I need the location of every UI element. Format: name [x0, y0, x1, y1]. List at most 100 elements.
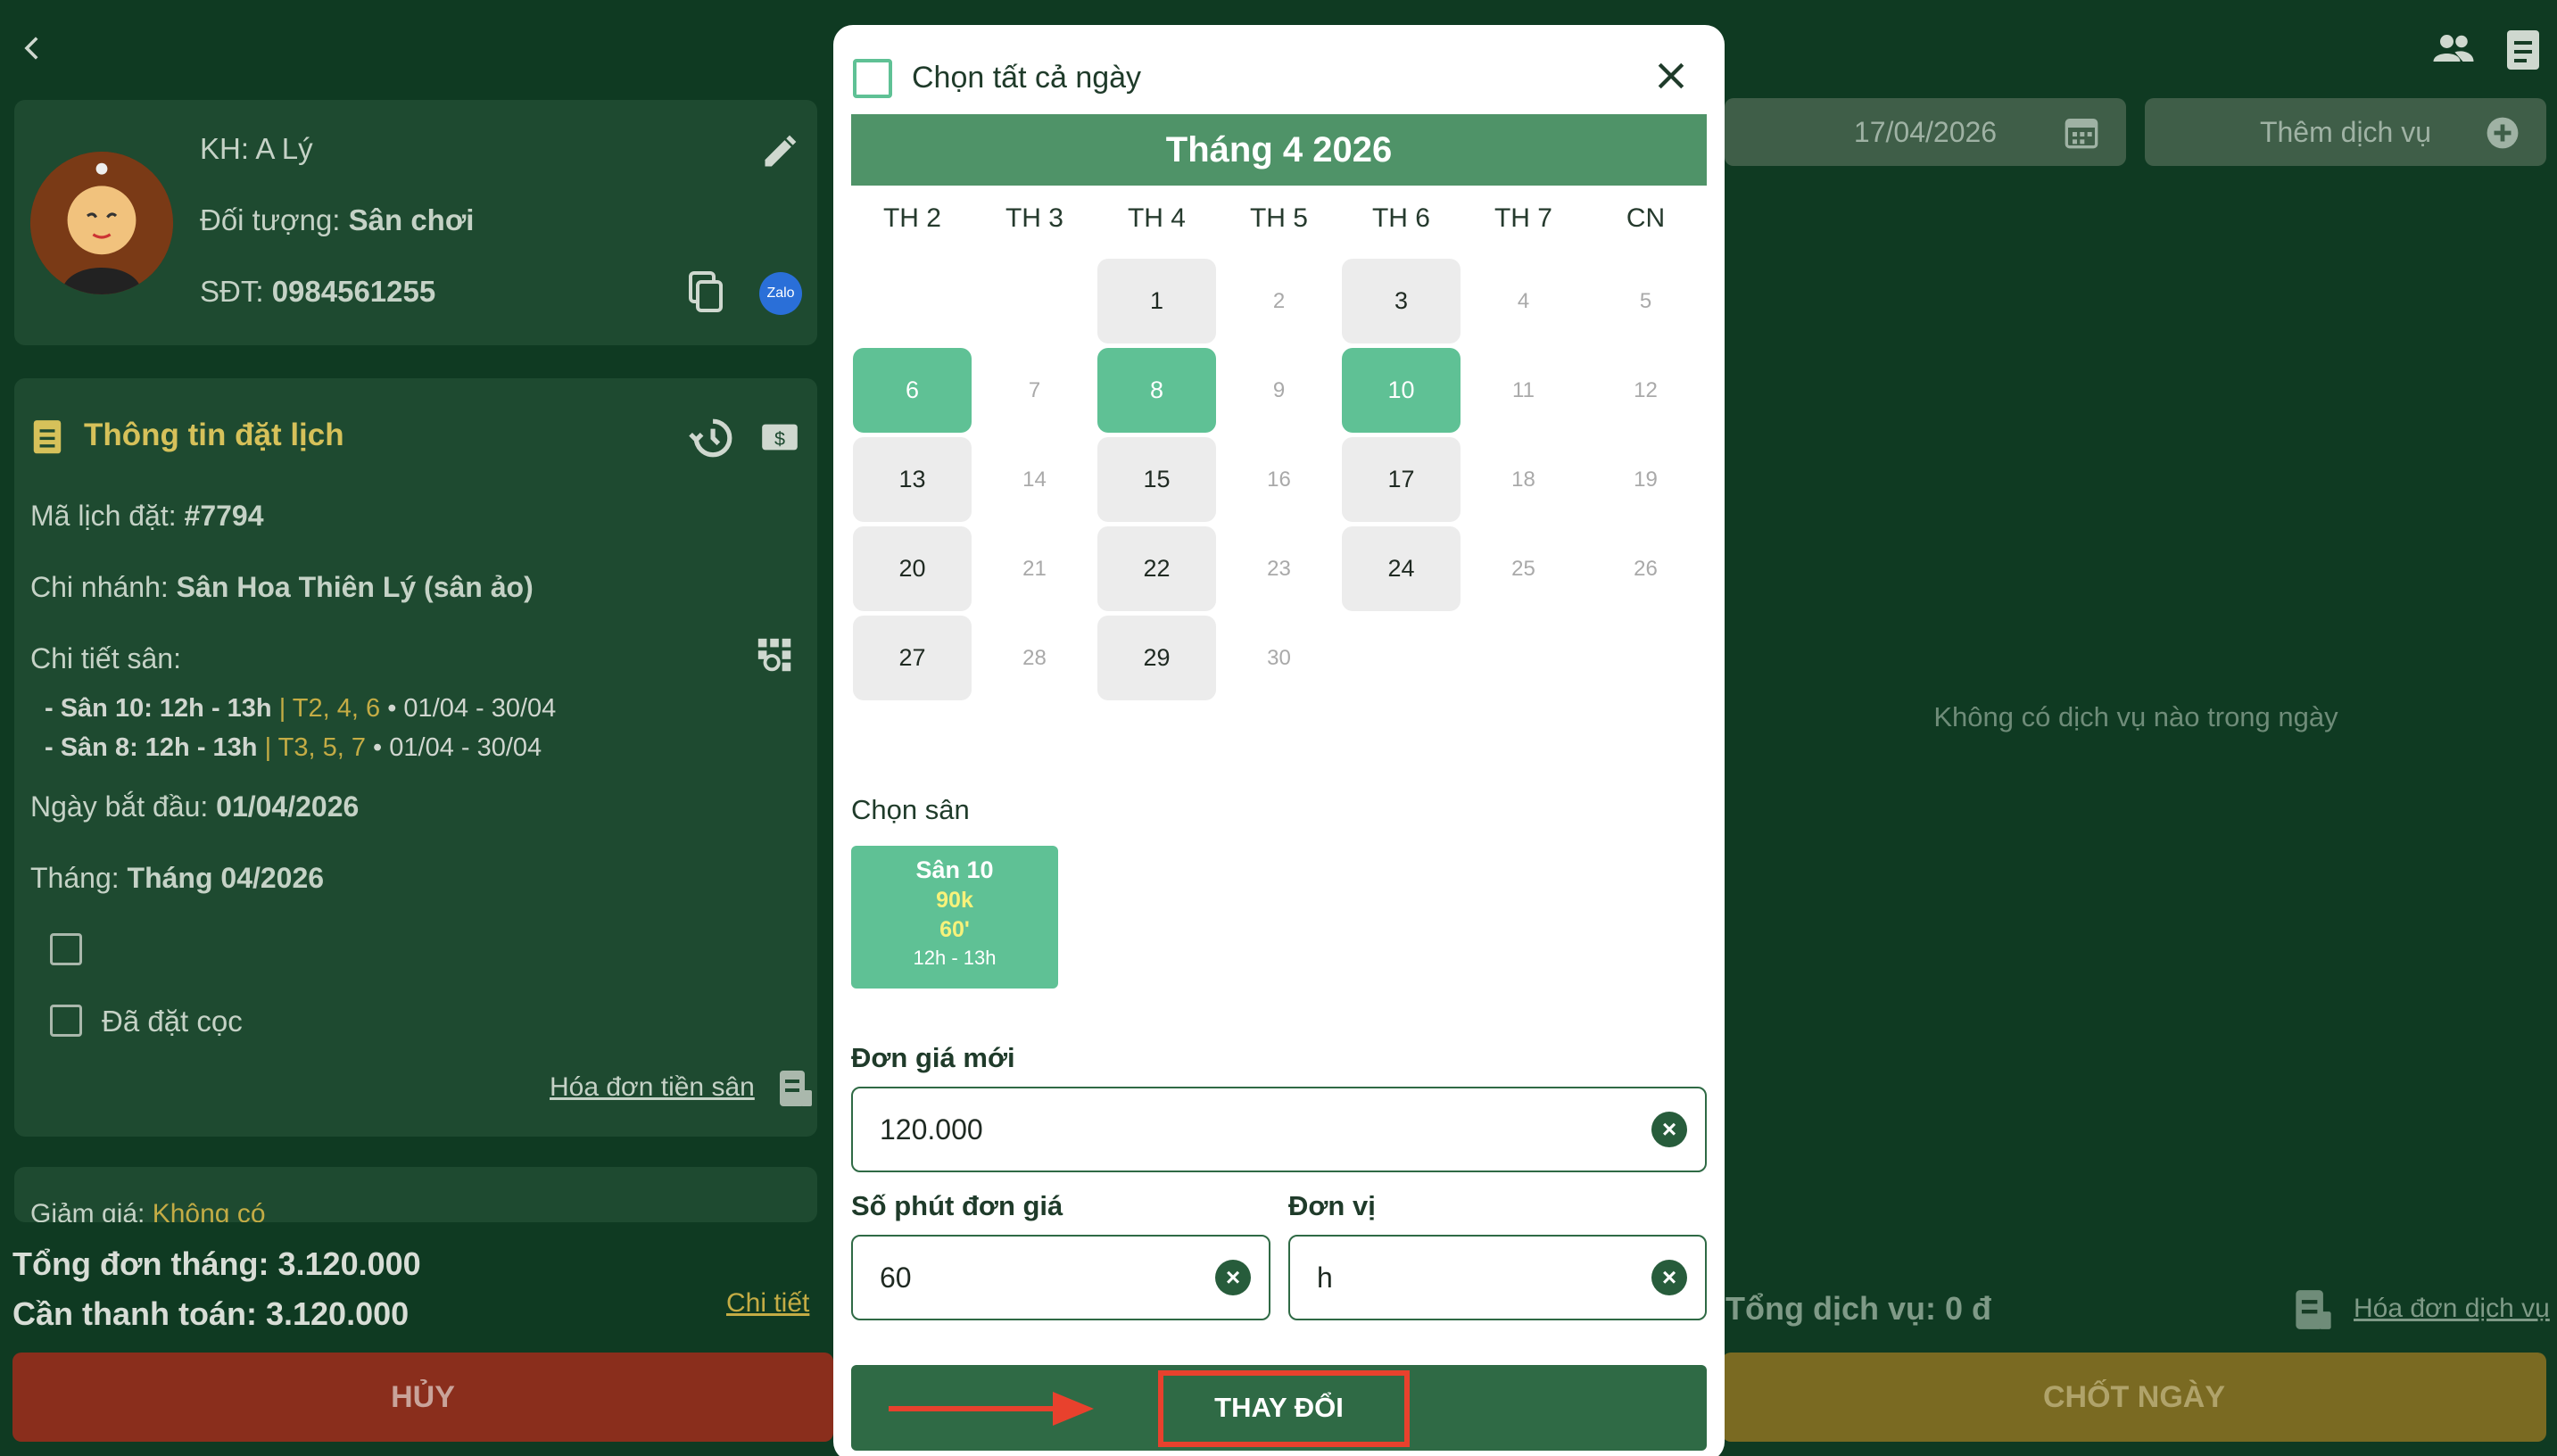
users-icon[interactable]	[2432, 30, 2475, 66]
calendar-day: 11	[1512, 377, 1535, 402]
calendar-day[interactable]: 29	[1097, 616, 1216, 700]
annotation-highlight-box	[1158, 1370, 1410, 1447]
calendar-day[interactable]: 17	[1342, 437, 1461, 522]
select-all-label: Chọn tất cả ngày	[912, 61, 1142, 95]
calendar-day: 26	[1634, 556, 1658, 581]
court-invoice-link[interactable]: Hóa đơn tiền sân	[550, 1072, 755, 1103]
court-price: 90k	[936, 888, 973, 913]
calendar-day[interactable]: 13	[853, 437, 972, 522]
month-total: Tổng đơn tháng: 3.120.000	[12, 1245, 421, 1282]
service-total: Tổng dịch vụ: 0 đ	[1725, 1290, 1991, 1327]
select-all-checkbox[interactable]	[853, 59, 892, 98]
calendar-day: 5	[1639, 288, 1652, 313]
booking-title: Thông tin đặt lịch	[84, 418, 344, 452]
add-service-button[interactable]: Thêm dịch vụ	[2145, 98, 2546, 166]
start-date: Ngày bắt đầu: 01/04/2026	[30, 790, 360, 823]
zalo-icon[interactable]: Zalo	[759, 272, 802, 315]
court-section-label: Chọn sân	[851, 794, 970, 825]
booking-branch: Chi nhánh: Sân Hoa Thiên Lý (sân ảo)	[30, 571, 534, 603]
calendar-day-selected[interactable]: 6	[853, 348, 972, 433]
calendar-day: 7	[1028, 377, 1041, 402]
money-icon[interactable]: $	[760, 421, 799, 453]
calendar-day: 18	[1511, 467, 1535, 492]
booking-code: Mã lịch đặt: #7794	[30, 500, 264, 532]
calendar-day: 28	[1022, 645, 1047, 670]
court-detail-1: - Sân 10: 12h - 13h | T2, 4, 6 • 01/04 -…	[45, 694, 557, 723]
service-invoice-icon[interactable]	[2293, 1288, 2334, 1331]
clipboard-list-icon	[32, 416, 62, 455]
copy-icon[interactable]	[689, 271, 724, 314]
close-icon[interactable]	[1656, 61, 1686, 91]
calendar-day: 25	[1511, 556, 1535, 581]
calendar-day: 19	[1634, 467, 1658, 492]
weekday-label: TH 7	[1494, 203, 1552, 233]
booking-month: Tháng: Tháng 04/2026	[30, 862, 325, 894]
new-price-input[interactable]: 120.000 ×	[851, 1087, 1707, 1172]
customer-target: Đối tượng: Sân chơi	[200, 203, 475, 236]
calendar-day[interactable]: 15	[1097, 437, 1216, 522]
pencil-icon[interactable]	[760, 132, 799, 171]
new-price-label: Đơn giá mới	[851, 1042, 1015, 1073]
unit-input[interactable]: h ×	[1288, 1235, 1707, 1320]
court-card-san-10[interactable]: Sân 10 90k 60' 12h - 13h	[851, 846, 1058, 989]
chevron-left-icon[interactable]	[18, 30, 48, 66]
calendar-day-selected[interactable]: 8	[1097, 348, 1216, 433]
service-invoice-link[interactable]: Hóa đơn dịch vụ	[2354, 1294, 2550, 1324]
weekday-label: TH 5	[1249, 203, 1308, 233]
empty-services-text: Không có dịch vụ nào trong ngày	[1933, 701, 2338, 732]
court-name: Sân 10	[915, 856, 994, 883]
month-header: Tháng 4 2026	[851, 114, 1707, 186]
customer-name: KH: A Lý	[200, 132, 313, 165]
calendar-day[interactable]: 20	[853, 526, 972, 611]
calendar-day: 14	[1022, 467, 1047, 492]
weekday-label: TH 4	[1127, 203, 1186, 233]
clear-icon[interactable]: ×	[1651, 1260, 1687, 1295]
avatar	[30, 152, 173, 294]
history-icon[interactable]	[689, 416, 733, 460]
calendar-day[interactable]: 3	[1342, 259, 1461, 343]
grid-search-icon[interactable]	[755, 635, 796, 676]
calendar-day[interactable]: 27	[853, 616, 972, 700]
checkbox-empty[interactable]	[50, 933, 82, 965]
weekday-label: TH 6	[1371, 203, 1430, 233]
clear-icon[interactable]: ×	[1651, 1112, 1687, 1147]
calendar-day: 16	[1267, 467, 1291, 492]
svg-text:$: $	[774, 427, 785, 450]
calendar-icon	[2064, 114, 2099, 150]
calendar-day: 2	[1272, 288, 1286, 313]
minutes-label: Số phút đơn giá	[851, 1190, 1063, 1221]
plus-circle-icon	[2486, 116, 2520, 150]
invoice-icon[interactable]	[778, 1069, 814, 1108]
detail-link[interactable]: Chi tiết	[726, 1288, 809, 1319]
calendar-day: 12	[1634, 377, 1658, 402]
calendar-day-selected[interactable]: 10	[1342, 348, 1461, 433]
minutes-input[interactable]: 60 ×	[851, 1235, 1270, 1320]
calendar-day[interactable]: 22	[1097, 526, 1216, 611]
calendar-day[interactable]: 24	[1342, 526, 1461, 611]
clipboard-icon[interactable]	[2503, 25, 2546, 71]
calendar-day: 21	[1022, 556, 1047, 581]
deposit-checkbox[interactable]	[50, 1005, 82, 1037]
annotation-arrow	[889, 1386, 1096, 1431]
calendar-day: 30	[1267, 645, 1291, 670]
calendar-day: 9	[1272, 377, 1286, 402]
calendar-day: 4	[1517, 288, 1530, 313]
weekday-label: TH 2	[882, 203, 941, 233]
discount-card: Giảm giá: Không có	[14, 1167, 817, 1222]
calendar-day: 23	[1267, 556, 1291, 581]
weekday-label: TH 3	[1005, 203, 1063, 233]
date-selection-modal: Chọn tất cả ngày Tháng 4 2026 TH 2 TH 3 …	[833, 25, 1725, 1456]
clear-icon[interactable]: ×	[1215, 1260, 1251, 1295]
calendar-day[interactable]: 1	[1097, 259, 1216, 343]
close-day-button[interactable]: CHỐT NGÀY	[1722, 1353, 2546, 1442]
cancel-button[interactable]: HỦY	[12, 1353, 833, 1442]
weekday-label: CN	[1626, 203, 1666, 233]
amount-to-pay: Cần thanh toán: 3.120.000	[12, 1295, 410, 1332]
unit-label: Đơn vị	[1288, 1190, 1376, 1221]
date-picker[interactable]: 17/04/2026	[1725, 98, 2126, 166]
customer-phone: SĐT: 0984561255	[200, 275, 436, 308]
deposit-label: Đã đặt cọc	[102, 1005, 243, 1038]
court-detail-label: Chi tiết sân:	[30, 642, 181, 674]
court-time: 12h - 13h	[913, 947, 997, 969]
court-detail-2: - Sân 8: 12h - 13h | T3, 5, 7 • 01/04 - …	[45, 733, 542, 762]
